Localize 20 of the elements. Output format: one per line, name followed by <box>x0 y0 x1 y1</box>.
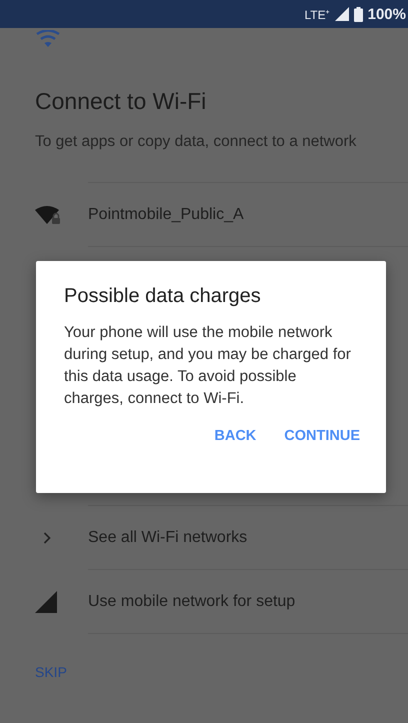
skip-button[interactable]: SKIP <box>35 664 67 680</box>
page-subtitle: To get apps or copy data, connect to a network <box>35 132 358 152</box>
cell-signal-icon <box>35 590 57 612</box>
signal-icon <box>334 7 349 21</box>
page-title: Connect to Wi-Fi <box>35 88 208 115</box>
network-row[interactable]: Use mobile network for setup <box>35 570 408 633</box>
dialog-title: Possible data charges <box>64 285 262 308</box>
battery-icon <box>354 6 363 22</box>
battery-percent: 100% <box>368 6 406 22</box>
network-row[interactable]: See all Wi-Fi networks <box>35 506 408 569</box>
network-type: LTE⁺ <box>304 6 330 22</box>
dialog-message: Your phone will use the mobile network during setup, and you may be charged for this data usage. To avoid possible charges, connect to Wi-Fi. <box>64 323 352 409</box>
row-label: See all Wi-Fi networks <box>88 528 248 546</box>
row-label: Use mobile network for setup <box>88 592 296 610</box>
dialog-button[interactable]: CONTINUE <box>284 428 360 444</box>
dialog-button[interactable]: BACK <box>214 428 256 444</box>
wifi-lock-icon <box>35 204 61 224</box>
chevron-right-icon <box>43 532 51 544</box>
row-label: Pointmobile_Public_A <box>88 206 244 224</box>
network-row[interactable]: Pointmobile_Public_A <box>35 183 408 246</box>
